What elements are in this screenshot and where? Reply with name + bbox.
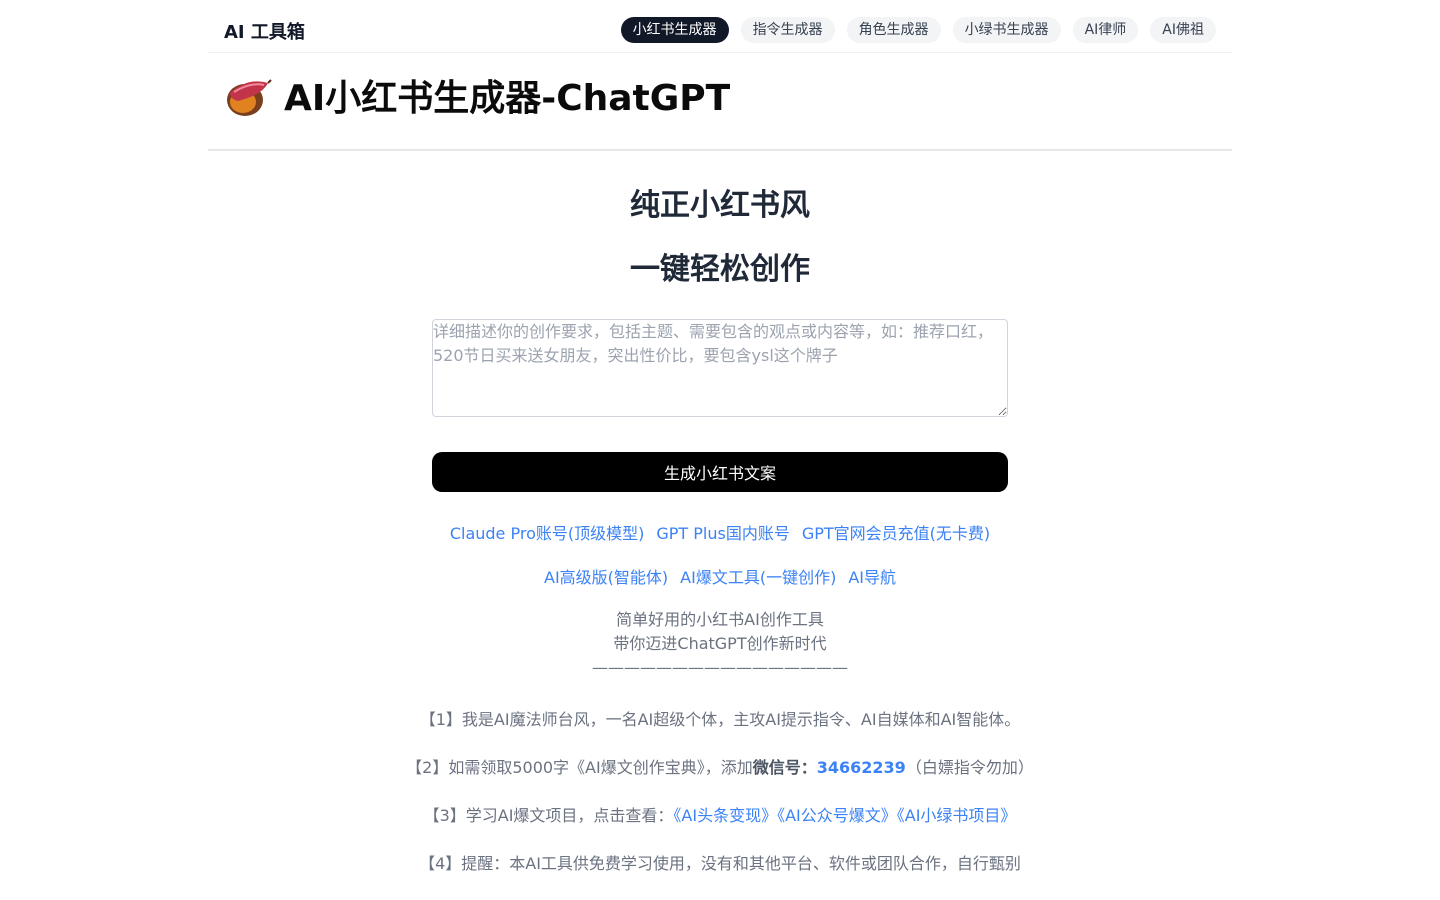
requirement-textarea[interactable] [432,319,1008,417]
tagline-line-1: 简单好用的小红书AI创作工具 [616,610,824,629]
nav-item-xiaohongshu-generator[interactable]: 小红书生成器 [620,17,729,43]
info-paragraph-4: 【4】提醒：本AI工具供免费学习使用，没有和其他平台、软件或团队合作，自行甄别 [419,854,1021,873]
generate-copy-button[interactable]: 生成小红书文案 [432,452,1008,492]
para3-prefix: 【3】学习AI爆文项目，点击查看： [423,806,674,825]
sweet-potato-icon [227,79,272,116]
nav-item-prompt-generator[interactable]: 指令生成器 [740,17,835,43]
link-ai-advanced[interactable]: AI高级版(智能体) [544,564,668,588]
wechat-label: 微信号： [752,758,817,777]
info-paragraph-2: 【2】如需领取5000字《AI爆文创作宝典》，添加微信号：34662239（白嫖… [208,754,1232,778]
wechat-id: 34662239 [816,758,906,777]
tagline-separator: ———————————————— [592,658,848,677]
promo-links-row-1: Claude Pro账号(顶级模型) GPT Plus国内账号 GPT官网会员充… [208,520,1232,544]
link-gpt-recharge[interactable]: GPT官网会员充值(无卡费) [802,520,990,544]
top-navbar: AI 工具箱 小红书生成器 指令生成器 角色生成器 小绿书生成器 AI律师 AI… [208,0,1232,53]
nav-tabs: 小红书生成器 指令生成器 角色生成器 小绿书生成器 AI律师 AI佛祖 [620,17,1216,43]
info-paragraph-1: 【1】我是AI魔法师台风，一名AI超级个体，主攻AI提示指令、AI自媒体和AI智… [419,710,1021,729]
link-ai-wechat-article[interactable]: 《AI公众号爆文》 [777,806,897,825]
brand-logo-text[interactable]: AI 工具箱 [224,18,305,44]
nav-item-role-generator[interactable]: 角色生成器 [846,17,941,43]
para2-suffix: （白嫖指令勿加） [905,758,1034,777]
slogan-line-2: 一键轻松创作 [630,252,810,287]
promo-links-row-2: AI高级版(智能体) AI爆文工具(一键创作) AI导航 [208,564,1232,588]
link-ai-toutiao[interactable]: 《AI头条变现》 [673,806,777,825]
tagline: 简单好用的小红书AI创作工具 带你迈进ChatGPT创作新时代 ————————… [208,608,1232,680]
nav-item-ai-lawyer[interactable]: AI律师 [1072,17,1139,43]
link-claude-pro[interactable]: Claude Pro账号(顶级模型) [450,520,645,544]
header-divider [208,149,1232,151]
page-title: AI小红书生成器-ChatGPT [284,78,731,119]
nav-item-ai-buddha[interactable]: AI佛祖 [1150,17,1216,43]
para2-prefix: 【2】如需领取5000字《AI爆文创作宝典》，添加 [406,758,753,777]
slogan-line-1: 纯正小红书风 [630,188,810,223]
link-ai-viral-tool[interactable]: AI爆文工具(一键创作) [680,564,836,588]
link-ai-navigation[interactable]: AI导航 [848,564,896,588]
link-gpt-plus[interactable]: GPT Plus国内账号 [656,520,789,544]
info-paragraph-3: 【3】学习AI爆文项目，点击查看：《AI头条变现》《AI公众号爆文》《AI小绿书… [208,802,1232,826]
page: AI 工具箱 小红书生成器 指令生成器 角色生成器 小绿书生成器 AI律师 AI… [208,0,1232,900]
page-header: AI小红书生成器-ChatGPT [224,68,730,122]
link-ai-xiaolvshu[interactable]: 《AI小绿书项目》 [897,806,1017,825]
nav-item-xiaolvshu-generator[interactable]: 小绿书生成器 [952,17,1061,43]
tagline-line-2: 带你迈进ChatGPT创作新时代 [613,634,827,653]
